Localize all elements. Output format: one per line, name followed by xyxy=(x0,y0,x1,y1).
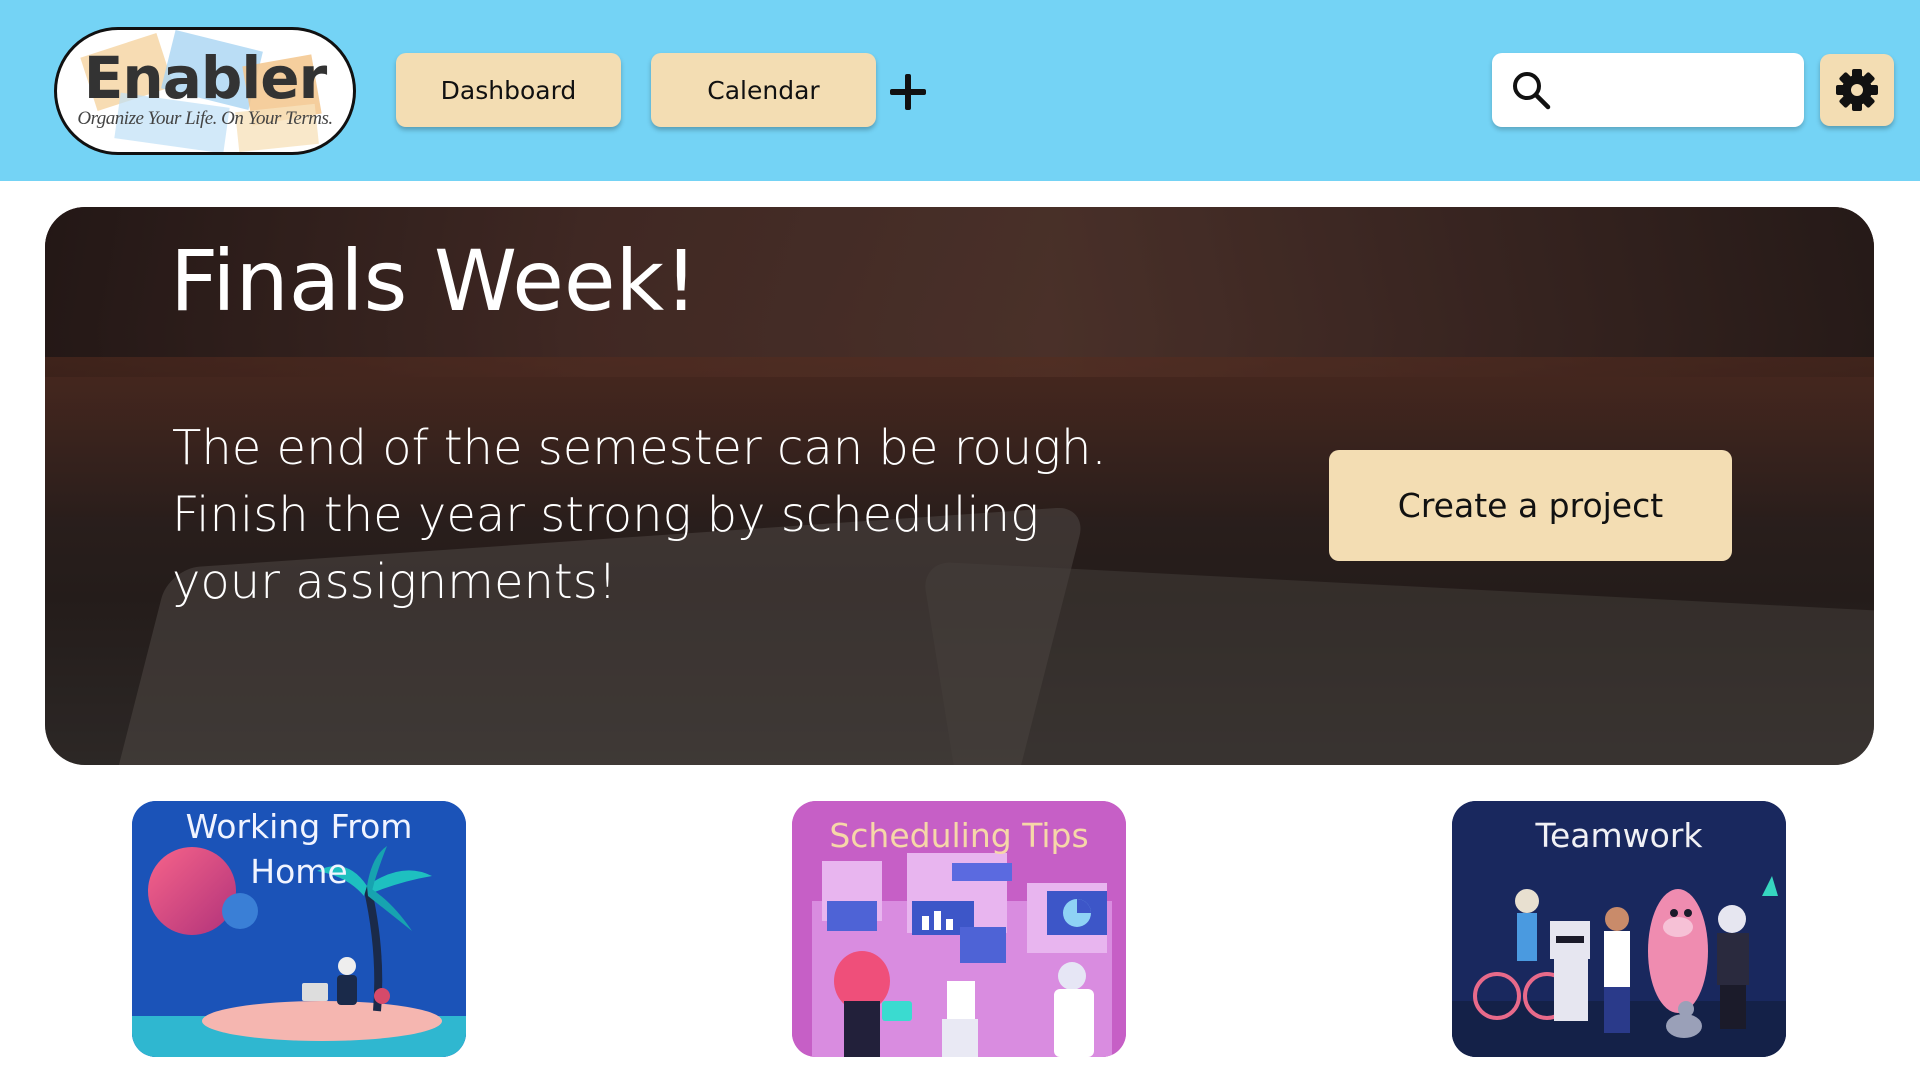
logo-tagline: Organize Your Life. On Your Terms. xyxy=(77,108,333,129)
search-input[interactable] xyxy=(1562,67,1787,113)
plus-icon[interactable] xyxy=(884,68,932,116)
hero-banner: Finals Week! The end of the semester can… xyxy=(45,207,1874,765)
card-title: Working From Home xyxy=(132,804,466,894)
hero-description: The end of the semester can be rough. Fi… xyxy=(172,415,1172,616)
search-bar[interactable] xyxy=(1492,53,1804,127)
settings-button[interactable] xyxy=(1820,54,1894,126)
card-title: Teamwork xyxy=(1452,813,1786,858)
card-teamwork[interactable]: Teamwork xyxy=(1452,801,1786,1057)
logo-title: Enabler xyxy=(83,44,327,112)
search-icon xyxy=(1513,72,1551,110)
gear-icon xyxy=(1836,69,1878,111)
card-working-from-home[interactable]: Working From Home xyxy=(132,801,466,1057)
hero-text-line: The end of the semester can be rough. xyxy=(172,420,1107,476)
calendar-button[interactable]: Calendar xyxy=(651,53,876,127)
card-title-line: Scheduling Tips xyxy=(829,816,1089,855)
create-project-button[interactable]: Create a project xyxy=(1329,450,1732,561)
card-title-line: Working From xyxy=(185,807,413,846)
dashboard-button[interactable]: Dashboard xyxy=(396,53,621,127)
enabler-logo[interactable]: Enabler Organize Your Life. On Your Term… xyxy=(54,27,356,155)
card-title-line: Teamwork xyxy=(1535,816,1703,855)
top-header: Enabler Organize Your Life. On Your Term… xyxy=(0,0,1920,181)
hero-text-line: your assignments! xyxy=(172,554,617,610)
hero-text-line: Finish the year strong by scheduling xyxy=(172,487,1039,543)
card-scheduling-tips[interactable]: Scheduling Tips xyxy=(792,801,1126,1057)
card-title-line: Home xyxy=(250,852,348,891)
hero-title: Finals Week! xyxy=(170,232,698,330)
card-title: Scheduling Tips xyxy=(792,813,1126,858)
